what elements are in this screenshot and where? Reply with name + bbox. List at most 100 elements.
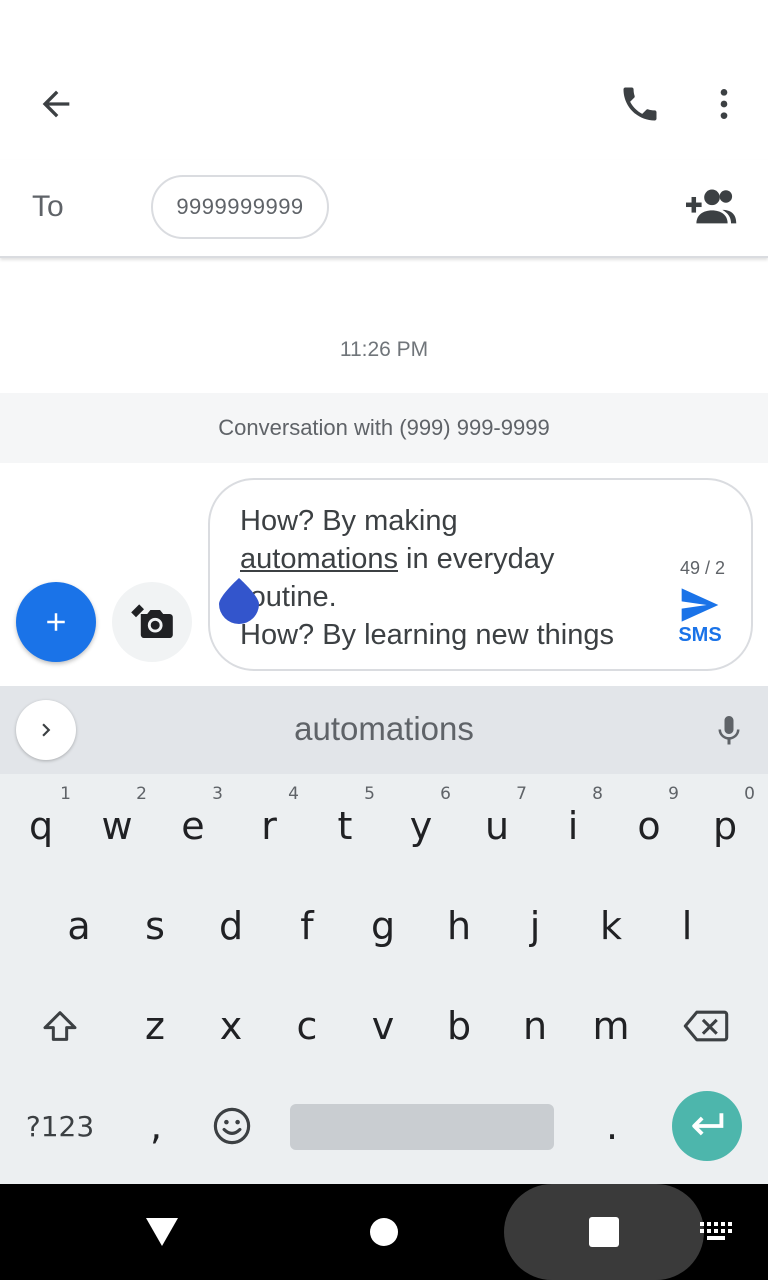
- shift-icon: [43, 1011, 77, 1041]
- add-recipient-button[interactable]: [680, 174, 744, 238]
- key-k[interactable]: k: [573, 876, 649, 976]
- key-h[interactable]: h: [421, 876, 497, 976]
- backspace-icon: [683, 1010, 729, 1042]
- plus-icon: [47, 613, 65, 631]
- key-label: p: [712, 804, 738, 848]
- word-suggestion[interactable]: automations: [0, 710, 768, 748]
- nav-recents-button[interactable]: [574, 1202, 634, 1262]
- suggestion-strip: automations: [0, 686, 768, 774]
- key-f[interactable]: f: [269, 876, 345, 976]
- soft-keyboard: automations q1w2e3r4t5y6u7i8o9p0 asdfghj…: [0, 686, 768, 1184]
- call-button[interactable]: [608, 72, 672, 136]
- key-q[interactable]: q1: [3, 776, 79, 876]
- recipient-row: To 9999999999: [0, 160, 768, 258]
- key-label: i: [567, 804, 579, 848]
- compose-line-4: How? By learning new things: [240, 619, 614, 651]
- key-label: w: [101, 804, 133, 848]
- conversation-banner: Conversation with (999) 999-9999: [0, 393, 768, 463]
- recipient-chip[interactable]: 9999999999: [151, 175, 329, 239]
- key-d[interactable]: d: [193, 876, 269, 976]
- enter-key[interactable]: [672, 1091, 742, 1161]
- comma-key[interactable]: ,: [118, 1076, 194, 1176]
- key-p[interactable]: p0: [687, 776, 763, 876]
- period-key[interactable]: .: [574, 1076, 650, 1176]
- message-timestamp: 11:26 PM: [339, 338, 429, 361]
- key-hint: 9: [668, 784, 679, 804]
- key-label: y: [409, 804, 433, 848]
- nav-home-button[interactable]: [354, 1202, 414, 1262]
- key-z[interactable]: z: [117, 976, 193, 1076]
- symbols-key[interactable]: ?123: [22, 1076, 98, 1176]
- back-button[interactable]: [24, 72, 88, 136]
- space-key[interactable]: [290, 1104, 554, 1150]
- square-recents-icon: [589, 1217, 619, 1247]
- message-compose-field[interactable]: How? By making automations in everyday r…: [208, 478, 753, 671]
- key-r[interactable]: r4: [231, 776, 307, 876]
- key-hint: 1: [60, 784, 71, 804]
- key-label: o: [637, 804, 661, 848]
- key-s[interactable]: s: [117, 876, 193, 976]
- key-i[interactable]: i8: [535, 776, 611, 876]
- nav-back-button[interactable]: [132, 1202, 192, 1262]
- key-label: t: [337, 804, 353, 848]
- triangle-back-icon: [146, 1218, 178, 1246]
- key-t[interactable]: t5: [307, 776, 383, 876]
- microphone-icon: [718, 716, 740, 745]
- key-v[interactable]: v: [345, 976, 421, 1076]
- keyboard-icon: [700, 1222, 732, 1240]
- home-circle-icon: [370, 1218, 398, 1246]
- key-j[interactable]: j: [497, 876, 573, 976]
- send-button[interactable]: SMS: [665, 588, 735, 660]
- enter-icon: [692, 1113, 724, 1136]
- key-label: q: [28, 804, 54, 848]
- key-a[interactable]: a: [41, 876, 117, 976]
- key-hint: 7: [516, 784, 527, 804]
- key-label: r: [261, 804, 277, 848]
- backspace-key[interactable]: [668, 976, 744, 1076]
- compose-underlined-word: automations: [240, 543, 398, 575]
- key-n[interactable]: n: [497, 976, 573, 1076]
- key-hint: 3: [212, 784, 223, 804]
- emoji-icon: [213, 1107, 251, 1145]
- add-attachment-button[interactable]: [16, 582, 96, 662]
- character-counter: 49 / 2: [680, 558, 726, 578]
- send-label: SMS: [678, 624, 722, 646]
- key-u[interactable]: u7: [459, 776, 535, 876]
- key-hint: 4: [288, 784, 299, 804]
- key-o[interactable]: o9: [611, 776, 687, 876]
- key-c[interactable]: c: [269, 976, 345, 1076]
- app-bar: [0, 0, 768, 160]
- key-l[interactable]: l: [649, 876, 725, 976]
- key-x[interactable]: x: [193, 976, 269, 1076]
- emoji-key[interactable]: [194, 1076, 270, 1176]
- compose-line-2-rest: in everyday: [398, 543, 555, 575]
- compose-line-1: How? By making: [240, 505, 458, 537]
- key-label: e: [181, 804, 205, 848]
- send-icon: [681, 588, 719, 622]
- key-hint: 0: [744, 784, 755, 804]
- key-w[interactable]: w2: [79, 776, 155, 876]
- key-hint: 2: [136, 784, 147, 804]
- key-label: u: [484, 804, 510, 848]
- camera-button[interactable]: [112, 582, 192, 662]
- key-e[interactable]: e3: [155, 776, 231, 876]
- key-hint: 8: [592, 784, 603, 804]
- key-g[interactable]: g: [345, 876, 421, 976]
- key-m[interactable]: m: [573, 976, 649, 1076]
- phone-icon: [623, 87, 657, 121]
- key-hint: 6: [440, 784, 451, 804]
- shift-key[interactable]: [22, 976, 98, 1076]
- voice-input-button[interactable]: [700, 702, 758, 760]
- key-hint: 5: [364, 784, 375, 804]
- key-b[interactable]: b: [421, 976, 497, 1076]
- keyboard-switch-button[interactable]: [694, 1212, 738, 1252]
- to-label: To: [32, 190, 64, 223]
- system-nav-bar: [0, 1184, 768, 1280]
- key-y[interactable]: y6: [383, 776, 459, 876]
- text-cursor-handle[interactable]: [219, 578, 259, 624]
- arrow-back-icon: [42, 90, 70, 118]
- camera-icon: [131, 604, 173, 638]
- compose-text[interactable]: How? By making automations in everyday r…: [240, 502, 670, 654]
- more-options-button[interactable]: [692, 72, 756, 136]
- add-person-icon: [686, 189, 737, 224]
